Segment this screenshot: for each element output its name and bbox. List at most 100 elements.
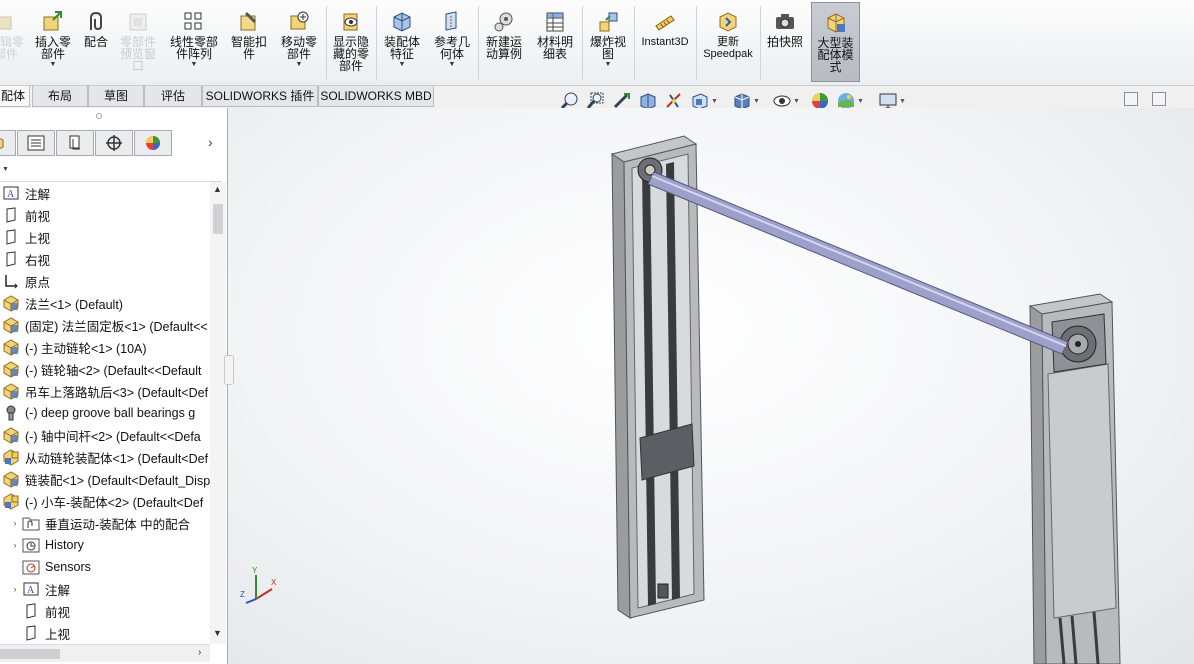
tree-item-label: (-) 主动链轮<1> (10A) — [25, 341, 147, 356]
tab-solidworks-addins[interactable]: SOLIDWORKS 插件 — [202, 86, 318, 107]
graphics-area[interactable]: X Y Z — [228, 108, 1194, 664]
mate-icon — [84, 10, 108, 34]
right-tower[interactable] — [1028, 293, 1121, 664]
plane-icon — [22, 624, 40, 642]
history-icon — [22, 536, 40, 554]
tab-evaluate[interactable]: 评估 — [144, 86, 202, 107]
expand-arrow-icon[interactable]: › — [8, 518, 22, 528]
instant3d-label: Instant3D — [641, 36, 689, 48]
tree-item[interactable]: A 注解 — [0, 182, 210, 204]
tree-item-label: 前视 — [25, 209, 51, 224]
chevron-down-icon[interactable]: ▼ — [449, 61, 456, 68]
tree-item[interactable]: Sensors — [0, 556, 210, 578]
tree-item[interactable]: 原点 — [0, 270, 210, 292]
assembly-model[interactable] — [228, 108, 1194, 664]
reference-geometry-icon — [440, 10, 464, 34]
tree-item-label: 从动链轮装配体<1> (Default<Def — [25, 451, 209, 466]
scroll-down-icon[interactable]: ▼ — [213, 628, 222, 638]
tab-property-manager[interactable] — [17, 130, 55, 156]
tab-dimxpert-manager[interactable] — [95, 130, 133, 156]
maximize-icon[interactable] — [1152, 92, 1166, 106]
ribbon-separator — [326, 6, 327, 80]
tree-item[interactable]: (-) 轴中间杆<2> (Default<<Defa — [0, 424, 210, 446]
panel-grip-icon[interactable] — [96, 113, 102, 119]
motion-study-label: 新建运 动算例 — [485, 35, 522, 61]
update-speedpak-button[interactable]: 更新 Speedpak — [698, 2, 758, 82]
snapshot-button[interactable]: 拍快照 — [762, 2, 808, 82]
mates-folder-icon — [22, 514, 40, 532]
tab-sketch[interactable]: 草图 — [88, 86, 144, 107]
tree-vertical-scrollbar[interactable]: ▲ ▼ — [210, 182, 226, 644]
scroll-up-icon[interactable]: ▲ — [213, 184, 222, 194]
property-manager-icon — [27, 135, 45, 151]
tab-feature-manager[interactable] — [0, 130, 16, 156]
chevron-down-icon[interactable]: ▼ — [296, 61, 303, 68]
tree-item[interactable]: (固定) 法兰固定板<1> (Default<< — [0, 314, 210, 336]
expand-arrow-icon[interactable]: › — [8, 540, 22, 550]
tree-item[interactable]: 吊车上落路轨后<3> (Default<Def — [0, 380, 210, 402]
tree-item[interactable]: 右视 — [0, 248, 210, 270]
chevron-down-icon[interactable]: ▼ — [605, 61, 612, 68]
new-motion-study-button[interactable]: 新建运 动算例 — [480, 2, 528, 82]
scroll-thumb[interactable] — [213, 204, 223, 234]
tree-item[interactable]: (-) 小车-装配体<2> (Default<Def — [0, 490, 210, 512]
panel-splitter-handle[interactable] — [224, 355, 234, 385]
chevron-down-icon[interactable]: ▼ — [191, 61, 198, 68]
reference-geometry-button[interactable]: 参考几 何体 ▼ — [428, 2, 476, 82]
show-hidden-icon — [339, 10, 363, 34]
tree-item[interactable]: 从动链轮装配体<1> (Default<Def — [0, 446, 210, 468]
part-icon — [2, 470, 20, 488]
tree-item[interactable]: 上视 — [0, 226, 210, 248]
chevron-right-icon[interactable]: › — [208, 134, 213, 150]
snapshot-label: 拍快照 — [766, 35, 803, 49]
tree-item[interactable]: 前视 — [0, 600, 210, 622]
bom-button[interactable]: 材料明 细表 — [530, 2, 580, 82]
tree-item[interactable]: (-) 链轮轴<2> (Default<<Default — [0, 358, 210, 380]
restore-icon[interactable] — [1124, 92, 1138, 106]
component-preview-button[interactable]: 零部件 预览窗 口 — [114, 2, 162, 82]
linear-pattern-button[interactable]: 线性零部 件阵列 ▼ — [164, 2, 224, 82]
tab-display-manager[interactable] — [134, 130, 172, 156]
show-hidden-components-button[interactable]: 显示隐 藏的零 部件 — [328, 2, 374, 82]
large-assembly-mode-button[interactable]: 大型装 配体模 式 — [811, 2, 860, 82]
tab-configuration-manager[interactable] — [56, 130, 94, 156]
tree-filter-row[interactable]: ▼ — [0, 158, 222, 182]
expand-arrow-icon[interactable]: › — [8, 584, 22, 594]
tab-solidworks-mbd[interactable]: SOLIDWORKS MBD — [318, 86, 434, 107]
tree-item[interactable]: 上视 — [0, 622, 210, 644]
instant3d-button[interactable]: Instant3D — [636, 2, 694, 82]
tree-item-label: 上视 — [25, 231, 51, 246]
chevron-down-icon[interactable]: ▼ — [2, 166, 9, 173]
tab-assembly[interactable]: 配体 — [0, 86, 30, 107]
tree-item[interactable]: (-) 主动链轮<1> (10A) — [0, 336, 210, 358]
connecting-rod[interactable] — [647, 171, 1069, 355]
tree-item[interactable]: 前视 — [0, 204, 210, 226]
triad-z-label: Z — [240, 590, 245, 599]
tree-item[interactable]: › 垂直运动-装配体 中的配合 — [0, 512, 210, 534]
component-preview-label: 零部件 预览窗 口 — [119, 35, 156, 73]
tree-horizontal-scrollbar[interactable]: › — [0, 644, 210, 662]
tab-layout[interactable]: 布局 — [32, 86, 88, 107]
scroll-right-icon[interactable]: › — [198, 647, 201, 658]
tree-item[interactable]: › History — [0, 534, 210, 556]
insert-component-button[interactable]: 插入零 部件 ▼ — [30, 2, 76, 82]
tree-item-label: (-) 轴中间杆<2> (Default<<Defa — [25, 429, 201, 444]
tree-item-label: 注解 — [25, 187, 51, 202]
tree-item[interactable]: 法兰<1> (Default) — [0, 292, 210, 314]
tree-item[interactable]: 链装配<1> (Default<Default_Disp — [0, 468, 210, 490]
part-icon — [2, 338, 20, 356]
move-component-button[interactable]: 移动零 部件 ▼ — [274, 2, 324, 82]
tree-item[interactable]: › A 注解 — [0, 578, 210, 600]
left-tower[interactable] — [610, 135, 705, 619]
subassembly-icon — [2, 492, 20, 510]
chevron-down-icon[interactable]: ▼ — [399, 61, 406, 68]
tree-item[interactable]: (-) deep groove ball bearings g — [0, 402, 210, 424]
smart-fasteners-button[interactable]: 智能扣 件 — [226, 2, 272, 82]
scroll-thumb[interactable] — [0, 649, 60, 659]
mate-button[interactable]: 配合 — [78, 2, 114, 82]
exploded-view-button[interactable]: 爆炸视 图 ▼ — [584, 2, 632, 82]
assembly-features-button[interactable]: 装配体 特征 ▼ — [378, 2, 426, 82]
motion-study-icon — [492, 10, 516, 34]
chevron-down-icon[interactable]: ▼ — [50, 61, 57, 68]
edit-component-button[interactable]: 编辑零 部件 — [0, 2, 26, 82]
